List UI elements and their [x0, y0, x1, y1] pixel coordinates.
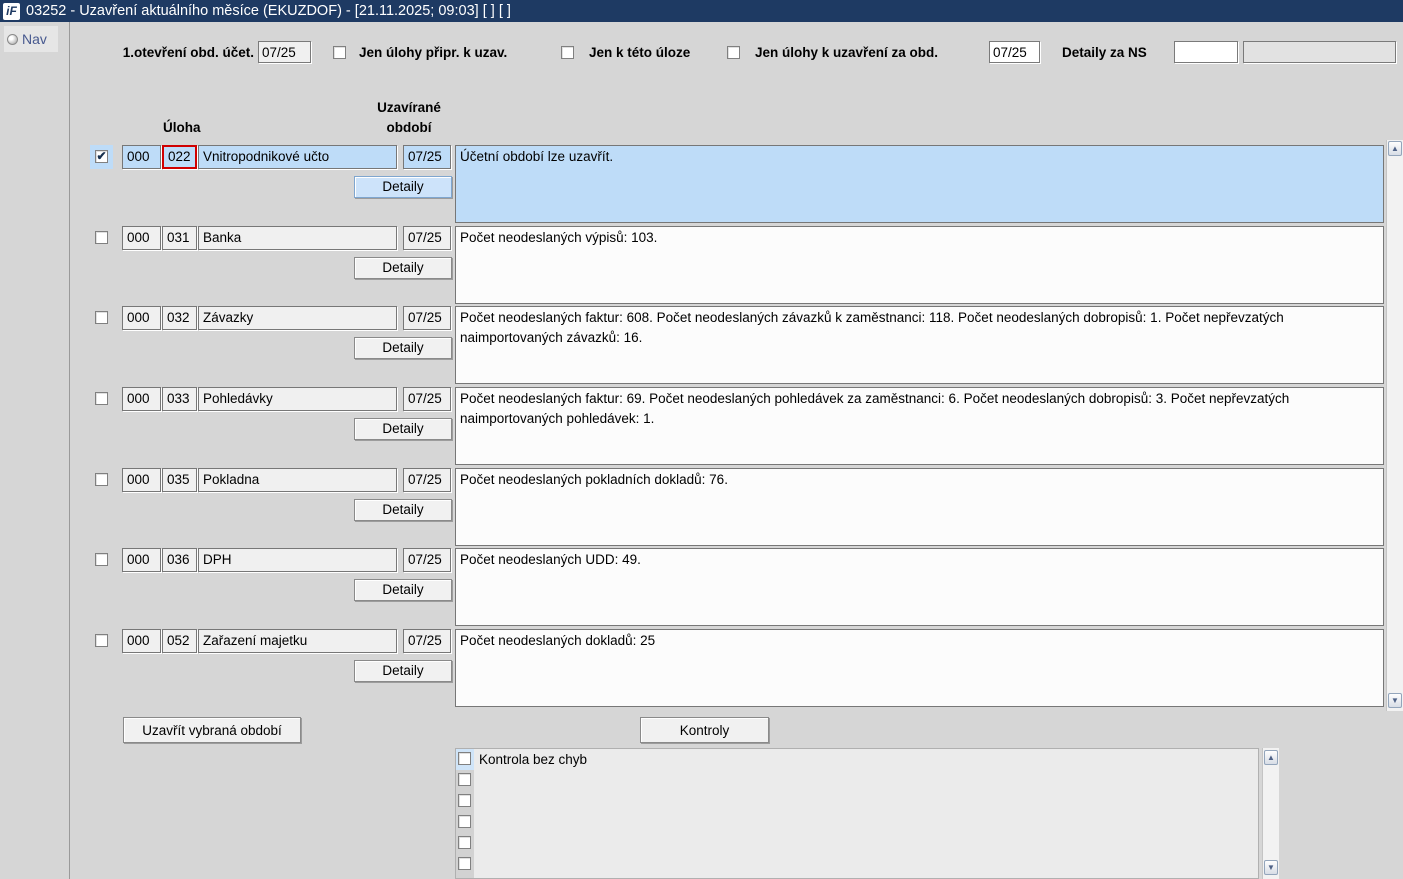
row-code1-field[interactable]: 000 — [122, 145, 161, 169]
open-period-input[interactable] — [258, 41, 311, 63]
check-row-checkbox[interactable] — [458, 857, 471, 870]
close-period-input[interactable] — [989, 41, 1040, 63]
row-task-name-field[interactable]: Banka — [198, 226, 397, 250]
checks-scrollbar[interactable]: ▲ ▼ — [1262, 748, 1279, 879]
tasks-scrollbar[interactable]: ▲ ▼ — [1386, 140, 1403, 711]
task-row: 000 035 Pokladna 07/25 Počet neodeslaných po… — [0, 468, 1403, 547]
row-select-checkbox[interactable] — [95, 553, 108, 566]
row-message-box[interactable]: Počet neodeslaných dokladů: 25 — [455, 629, 1384, 707]
row-code1-field[interactable]: 000 — [122, 468, 161, 492]
row-message-box[interactable]: Počet neodeslaných UDD: 49. — [455, 548, 1384, 626]
row-code2-field[interactable]: 036 — [162, 548, 197, 572]
checks-checkbox-strip — [456, 749, 474, 878]
check-row-label: Kontrola bez chyb — [479, 752, 588, 767]
row-message-box[interactable]: Účetní období lze uzavřít. — [455, 145, 1384, 223]
column-header-obdobi: Uzavírané období — [363, 98, 455, 138]
detaily-button[interactable]: Detaily — [354, 176, 452, 198]
row-select-checkbox[interactable] — [95, 231, 108, 244]
check-row-checkbox[interactable] — [458, 794, 471, 807]
row-task-name-field[interactable]: DPH — [198, 548, 397, 572]
window-title: 03252 - Uzavření aktuálního měsíce (EKUZ… — [26, 3, 511, 19]
detaily-button[interactable]: Detaily — [354, 418, 452, 440]
only-this-task-label: Jen k této úloze — [589, 45, 691, 60]
only-this-task-checkbox[interactable] — [561, 46, 574, 59]
task-row: 000 036 DPH 07/25 Počet neodeslaných UDD: 49… — [0, 548, 1403, 627]
row-code1-field[interactable]: 000 — [122, 548, 161, 572]
only-close-period-label: Jen úlohy k uzavření za obd. — [755, 45, 939, 60]
details-ns-input[interactable] — [1174, 41, 1238, 63]
row-message-box[interactable]: Počet neodeslaných výpisů: 103. — [455, 226, 1384, 304]
row-message-box[interactable]: Počet neodeslaných pokladních dokladů: 7… — [455, 468, 1384, 546]
row-code2-field[interactable]: 031 — [162, 226, 197, 250]
kontroly-button[interactable]: Kontroly — [640, 717, 769, 743]
row-period-field[interactable]: 07/25 — [403, 145, 451, 169]
row-task-name-field[interactable]: Pokladna — [198, 468, 397, 492]
detaily-button[interactable]: Detaily — [354, 337, 452, 359]
title-bar: iF 03252 - Uzavření aktuálního měsíce (E… — [0, 0, 1403, 22]
row-period-field[interactable]: 07/25 — [403, 468, 451, 492]
row-select-checkbox[interactable] — [95, 473, 108, 486]
row-code2-field[interactable]: 035 — [162, 468, 197, 492]
only-close-period-checkbox[interactable] — [727, 46, 740, 59]
row-task-name-field[interactable]: Zařazení majetku — [198, 629, 397, 653]
row-select-checkbox[interactable] — [95, 392, 108, 405]
task-row: 000 032 Závazky 07/25 Počet neodeslaných fak… — [0, 306, 1403, 385]
only-ready-label: Jen úlohy připr. k uzav. — [359, 45, 508, 60]
checks-scroll-up-icon[interactable]: ▲ — [1264, 750, 1278, 765]
task-row: 000 031 Banka 07/25 Počet neodeslaných výpis… — [0, 226, 1403, 305]
row-message-box[interactable]: Počet neodeslaných faktur: 608. Počet ne… — [455, 306, 1384, 384]
check-row-checkbox[interactable] — [458, 836, 471, 849]
row-task-name-field[interactable]: Závazky — [198, 306, 397, 330]
detaily-button[interactable]: Detaily — [354, 499, 452, 521]
close-selected-periods-button[interactable]: Uzavřít vybraná období — [123, 717, 301, 743]
column-header-obdobi-line1: Uzavírané — [377, 100, 441, 115]
row-period-field[interactable]: 07/25 — [403, 387, 451, 411]
detaily-button[interactable]: Detaily — [354, 579, 452, 601]
row-code1-field[interactable]: 000 — [122, 226, 161, 250]
column-header-uloha: Úloha — [163, 120, 201, 135]
check-row-checkbox[interactable] — [458, 773, 471, 786]
check-row-checkbox[interactable] — [458, 752, 471, 765]
row-period-field[interactable]: 07/25 — [403, 629, 451, 653]
only-ready-checkbox[interactable] — [333, 46, 346, 59]
nav-radio-icon — [7, 33, 18, 45]
detaily-button[interactable]: Detaily — [354, 660, 452, 682]
row-period-field[interactable]: 07/25 — [403, 306, 451, 330]
row-select-checkbox[interactable]: ✔ — [95, 150, 108, 163]
row-period-field[interactable]: 07/25 — [403, 548, 451, 572]
row-period-field[interactable]: 07/25 — [403, 226, 451, 250]
row-code1-field[interactable]: 000 — [122, 306, 161, 330]
row-code2-field[interactable]: 052 — [162, 629, 197, 653]
app-icon: iF — [3, 2, 20, 20]
scroll-down-icon[interactable]: ▼ — [1388, 693, 1402, 708]
row-message-box[interactable]: Počet neodeslaných faktur: 69. Počet neo… — [455, 387, 1384, 465]
row-code1-field[interactable]: 000 — [122, 387, 161, 411]
checks-panel: Kontrola bez chyb — [455, 748, 1259, 879]
row-code2-field[interactable]: 033 — [162, 387, 197, 411]
details-ns-label: Detaily za NS — [1062, 45, 1147, 60]
row-code1-field[interactable]: 000 — [122, 629, 161, 653]
detaily-button[interactable]: Detaily — [354, 257, 452, 279]
checks-scroll-down-icon[interactable]: ▼ — [1264, 860, 1278, 875]
task-row: ✔ 000 022 Vnitropodnikové učto 07/25 Účetní o… — [0, 145, 1403, 224]
task-row: 000 033 Pohledávky 07/25 Počet neodeslaných … — [0, 387, 1403, 466]
row-code2-field[interactable]: 032 — [162, 306, 197, 330]
row-code2-field[interactable]: 022 — [162, 145, 197, 169]
details-ns-name-input — [1243, 41, 1396, 63]
row-task-name-field[interactable]: Vnitropodnikové učto — [198, 145, 397, 169]
row-select-checkbox[interactable] — [95, 634, 108, 647]
column-header-obdobi-line2: období — [386, 120, 432, 135]
check-row-checkbox[interactable] — [458, 815, 471, 828]
row-select-checkbox[interactable] — [95, 311, 108, 324]
nav-label: Nav — [22, 31, 47, 47]
row-task-name-field[interactable]: Pohledávky — [198, 387, 397, 411]
task-row: 000 052 Zařazení majetku 07/25 Počet neodesl… — [0, 629, 1403, 708]
open-period-label: 1.otevření obd. účet. — [122, 45, 254, 60]
scroll-up-icon[interactable]: ▲ — [1388, 141, 1402, 156]
sidebar-item-nav[interactable]: Nav — [4, 26, 58, 52]
